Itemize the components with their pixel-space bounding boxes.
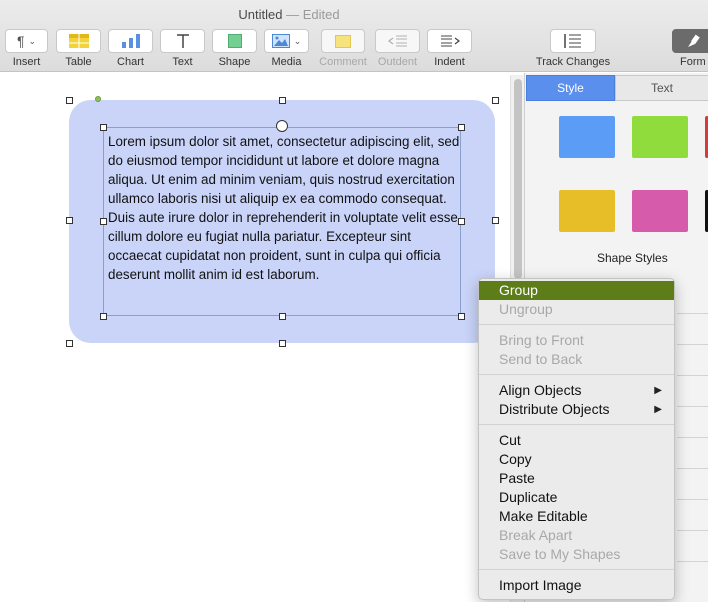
resize-handle[interactable] xyxy=(492,217,499,224)
resize-handle[interactable] xyxy=(100,124,107,131)
track-changes-button[interactable] xyxy=(550,29,596,53)
tab-style[interactable]: Style xyxy=(526,75,615,101)
inspector-dividers xyxy=(677,283,708,602)
menu-item-make-editable[interactable]: Make Editable xyxy=(479,507,674,526)
chart-label: Chart xyxy=(117,56,144,68)
outdent-icon xyxy=(387,35,407,47)
indent-label: Indent xyxy=(434,56,465,68)
chevron-down-icon: ⌄ xyxy=(28,35,37,46)
shape-label: Shape xyxy=(218,56,251,68)
rotate-handle[interactable] xyxy=(276,120,288,132)
menu-item-duplicate[interactable]: Duplicate xyxy=(479,488,674,507)
resize-handle[interactable] xyxy=(458,124,465,131)
shape-style-swatch[interactable] xyxy=(559,190,615,232)
shape-style-swatch[interactable] xyxy=(632,116,688,158)
menu-item-distribute-objects[interactable]: Distribute Objects ▶ xyxy=(479,400,674,419)
resize-handle[interactable] xyxy=(279,313,286,320)
resize-handle[interactable] xyxy=(279,97,286,104)
resize-handle[interactable] xyxy=(100,313,107,320)
track-changes-icon xyxy=(564,34,581,48)
document-canvas[interactable]: Lorem ipsum dolor sit amet, consectetur … xyxy=(0,73,524,602)
menu-item-import-image[interactable]: Import Image xyxy=(479,576,674,595)
shape-body-text[interactable]: Lorem ipsum dolor sit amet, consectetur … xyxy=(108,132,460,284)
shape-styles-label: Shape Styles xyxy=(597,251,668,265)
window-title: Untitled — Edited xyxy=(238,7,340,22)
inspector-tabs: Style Text xyxy=(526,75,708,101)
menu-separator xyxy=(479,324,674,325)
submenu-arrow-icon: ▶ xyxy=(654,404,662,415)
scrollbar-thumb[interactable] xyxy=(514,79,522,279)
resize-handle[interactable] xyxy=(279,340,286,347)
table-button[interactable] xyxy=(56,29,101,53)
menu-item-cut[interactable]: Cut xyxy=(479,431,674,450)
chevron-down-icon: ⌄ xyxy=(293,35,302,46)
comment-note-icon xyxy=(335,34,351,48)
media-button[interactable]: ⌄ xyxy=(264,29,309,53)
menu-item-copy[interactable]: Copy xyxy=(479,450,674,469)
comment-button[interactable] xyxy=(321,29,365,53)
context-menu: Group Ungroup Bring to Front Send to Bac… xyxy=(478,278,675,600)
menu-item-break-apart[interactable]: Break Apart xyxy=(479,526,674,545)
menu-item-paste[interactable]: Paste xyxy=(479,469,674,488)
resize-handle[interactable] xyxy=(492,97,499,104)
menu-separator xyxy=(479,569,674,570)
format-button[interactable] xyxy=(672,29,708,53)
resize-handle[interactable] xyxy=(66,340,73,347)
comment-label: Comment xyxy=(319,56,367,68)
resize-handle[interactable] xyxy=(100,218,107,225)
menu-separator xyxy=(479,424,674,425)
menu-item-align-objects[interactable]: Align Objects ▶ xyxy=(479,381,674,400)
menu-item-bring-to-front[interactable]: Bring to Front xyxy=(479,331,674,350)
indent-icon xyxy=(440,35,460,47)
menu-separator xyxy=(479,374,674,375)
menu-item-group[interactable]: Group xyxy=(479,281,674,300)
text-icon xyxy=(176,34,189,48)
text-button[interactable] xyxy=(160,29,205,53)
submenu-arrow-icon: ▶ xyxy=(654,385,662,396)
media-label: Media xyxy=(271,56,302,68)
tab-text[interactable]: Text xyxy=(615,75,708,101)
paintbrush-icon xyxy=(688,34,700,47)
track-changes-label: Track Changes xyxy=(535,56,611,68)
chart-icon xyxy=(121,34,140,48)
menu-item-ungroup[interactable]: Ungroup xyxy=(479,300,674,319)
insert-label: Insert xyxy=(12,56,41,68)
toolbar: Untitled — Edited ¶ ⌄ Insert Table Chart… xyxy=(0,0,708,72)
resize-handle[interactable] xyxy=(66,217,73,224)
indent-button[interactable] xyxy=(427,29,472,53)
table-label: Table xyxy=(65,56,92,68)
shape-button[interactable] xyxy=(212,29,257,53)
corner-radius-handle[interactable] xyxy=(95,96,101,102)
chart-button[interactable] xyxy=(108,29,153,53)
menu-item-send-to-back[interactable]: Send to Back xyxy=(479,350,674,369)
image-icon xyxy=(271,34,290,48)
menu-item-label: Distribute Objects xyxy=(499,401,610,417)
shape-style-swatch[interactable] xyxy=(632,190,688,232)
outdent-label: Outdent xyxy=(377,56,418,68)
outdent-button[interactable] xyxy=(375,29,420,53)
resize-handle[interactable] xyxy=(66,97,73,104)
text-label: Text xyxy=(172,56,193,68)
square-shape-icon xyxy=(227,34,242,48)
table-icon xyxy=(68,34,89,48)
menu-item-save-to-my-shapes[interactable]: Save to My Shapes xyxy=(479,545,674,564)
format-label: Form xyxy=(680,56,706,68)
shape-style-swatch[interactable] xyxy=(559,116,615,158)
menu-item-label: Align Objects xyxy=(499,382,582,398)
paragraph-icon: ¶ xyxy=(16,33,25,49)
insert-button[interactable]: ¶ ⌄ xyxy=(5,29,48,53)
resize-handle[interactable] xyxy=(458,313,465,320)
